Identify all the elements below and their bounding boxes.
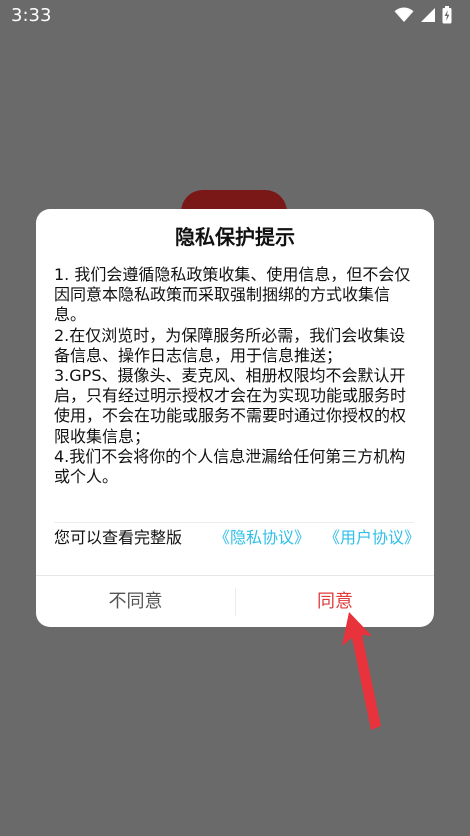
view-full-label: 您可以查看完整版 [54, 528, 183, 547]
status-time: 3:33 [11, 5, 52, 26]
policy-item-1: 1. 我们会遵循隐私政策收集、使用信息，但不会仅因同意本隐私政策而采取强制捆绑的… [54, 265, 411, 325]
privacy-dialog: 隐私保护提示 1. 我们会遵循隐私政策收集、使用信息，但不会仅因同意本隐私政策而… [36, 209, 434, 627]
wifi-icon [394, 7, 414, 27]
policy-item-3: 3.GPS、摄像头、麦克风、相册权限均不会默认开启，只有经过明示授权才会在为实现… [54, 366, 407, 446]
policy-item-2: 2.在仅浏览时，为保障服务所必需，我们会收集设备信息、操作日志信息，用于信息推送… [54, 325, 406, 365]
user-agreement-link[interactable]: 《用户协议》 [324, 527, 420, 549]
dialog-title: 隐私保护提示 [175, 225, 295, 249]
dialog-actions: 不同意 同意 [36, 575, 434, 627]
privacy-policy-link[interactable]: 《隐私协议》 [214, 527, 310, 549]
divider [54, 522, 414, 523]
status-bar: 3:33 [0, 0, 470, 34]
dialog-body: 1. 我们会遵循隐私政策收集、使用信息，但不会仅因同意本隐私政策而采取强制捆绑的… [54, 265, 418, 487]
status-icons [394, 6, 452, 28]
agree-button[interactable]: 同意 [236, 576, 434, 627]
disagree-button[interactable]: 不同意 [36, 576, 235, 627]
battery-charging-icon [442, 6, 452, 28]
view-full-row: 您可以查看完整版 《隐私协议》 《用户协议》 [54, 527, 424, 571]
policy-item-4: 4.我们不会将你的个人信息泄漏给任何第三方机构或个人。 [54, 446, 406, 487]
signal-icon [420, 7, 436, 27]
